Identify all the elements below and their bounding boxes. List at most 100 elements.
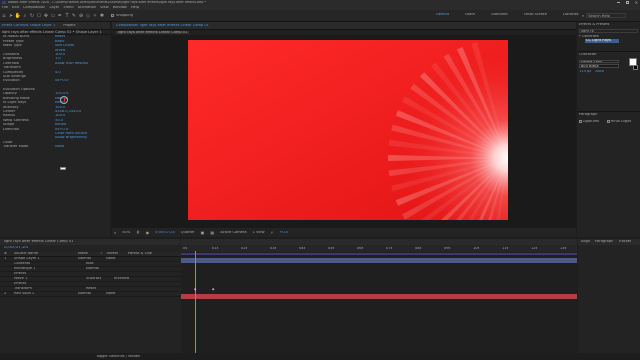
menu-animation[interactable]: Animation xyxy=(78,6,96,10)
effect-property-value[interactable]: Basic xyxy=(55,40,65,44)
exposure-value[interactable]: +0.0 xyxy=(279,231,288,235)
color-swatch[interactable] xyxy=(60,167,66,170)
layer-name[interactable]: Rectangle 1 xyxy=(14,267,86,271)
current-time-indicator[interactable] xyxy=(195,251,196,353)
fast-preview-icon[interactable]: ⚡ xyxy=(271,230,274,235)
snapshot-icon[interactable]: ◉ xyxy=(146,230,150,235)
zoom-tool-icon[interactable]: ⌕ xyxy=(22,13,28,19)
hand-tool-icon[interactable]: ✋ xyxy=(15,13,21,19)
layer-name[interactable]: Red Solid 1 xyxy=(14,292,78,296)
workspace-learn[interactable]: Learn xyxy=(465,13,475,17)
search-help-input[interactable]: Search Help xyxy=(586,13,627,18)
leading-value[interactable]: Auto xyxy=(595,70,603,74)
effects-search-input[interactable]: light ra xyxy=(579,28,638,33)
rotate-tool-icon[interactable]: ↻ xyxy=(29,13,35,19)
effect-property-value[interactable]: 1.0 xyxy=(55,57,61,61)
layer-mode[interactable]: Subtract xyxy=(86,277,114,281)
comp-timecode[interactable]: 0;00;07;24 xyxy=(155,231,175,235)
layer-mode[interactable]: Reset xyxy=(86,287,114,291)
clone-stamp-tool-icon[interactable]: ⊕ xyxy=(78,13,84,19)
snapping-checkbox[interactable] xyxy=(111,14,114,17)
layer-parent[interactable]: Inverted xyxy=(114,277,144,281)
effect-property-value[interactable]: 50.0 xyxy=(55,119,63,123)
menu-composition[interactable]: Composition xyxy=(23,6,45,10)
layer-name[interactable]: Effects xyxy=(14,272,86,276)
layer-bar-shape-layer-1[interactable] xyxy=(181,258,577,263)
font-style-select[interactable]: 800 Black xyxy=(579,64,619,68)
keyframe-icon-2[interactable]: ◆ xyxy=(212,287,214,291)
layer-mode[interactable]: Normal xyxy=(78,292,106,296)
view-layout-select[interactable]: 1 View xyxy=(253,231,265,235)
ligatures-checkbox[interactable] xyxy=(579,120,582,123)
effect-property-value[interactable]: Invert xyxy=(55,49,66,53)
timeline-layer-row[interactable]: 2 Red Solid 1 Normal None xyxy=(0,292,180,297)
roto-brush-tool-icon[interactable]: ✧ xyxy=(92,13,98,19)
layer-mode[interactable]: Normal xyxy=(78,257,106,261)
grid-icon[interactable]: # xyxy=(136,230,139,235)
effect-property-value[interactable]: 100.0 xyxy=(55,106,65,110)
tab-effect-controls[interactable]: Effect Controls Shape Layer 1 xyxy=(2,24,55,28)
menu-help[interactable]: Help xyxy=(131,6,139,10)
snapping-toggle[interactable]: Snapping xyxy=(111,14,133,18)
effect-property-value[interactable]: Reset xyxy=(55,35,65,39)
eraser-tool-icon[interactable]: ◇ xyxy=(85,13,91,19)
effect-property-value[interactable]: 100.0 xyxy=(55,114,65,118)
layer-bar-red-solid-1[interactable] xyxy=(181,294,577,299)
menu-file[interactable]: File xyxy=(2,6,8,10)
effect-property-value[interactable]: Allow HDR Results xyxy=(55,62,88,66)
effect-property-value[interactable]: 100.0 xyxy=(55,53,65,57)
workspace-small-screen[interactable]: Small Screen xyxy=(524,13,547,17)
type-tool-icon[interactable]: T xyxy=(64,13,70,19)
menu-effect[interactable]: Effect xyxy=(63,6,73,10)
brush-tool-icon[interactable]: ✎ xyxy=(71,13,77,19)
selection-tool-icon[interactable]: ➤ xyxy=(8,13,14,19)
layer-name[interactable]: Contents xyxy=(14,262,86,266)
evolution-dial[interactable] xyxy=(60,96,68,104)
layer-name[interactable]: Shape Layer 1 xyxy=(14,257,78,261)
effect-property-value[interactable]: 4358.0,1440.0 xyxy=(55,110,81,114)
time-ruler[interactable]: 0s 01s 02s 03s 04s 05s 06s 07s 08s 09s 10s 11s 12s 13… xyxy=(181,245,577,252)
tab-align[interactable]: Align xyxy=(581,240,590,244)
category-generate[interactable]: * Generate xyxy=(579,35,638,39)
effect-property-value[interactable]: 4.0 xyxy=(55,71,61,75)
menu-view[interactable]: View xyxy=(100,6,109,10)
effect-item-cc-light-rays[interactable]: CC Light Rays xyxy=(585,39,619,43)
effect-property-value[interactable]: 0x+0.0° xyxy=(55,79,70,83)
workspace-default[interactable]: Default xyxy=(436,13,449,17)
tab-project[interactable]: Project xyxy=(63,24,75,28)
effect-property-value[interactable]: 0x+0.0° xyxy=(55,128,70,132)
font-size-value[interactable]: 114 px xyxy=(579,70,591,74)
tab-timeline-comp[interactable]: light rays after effects Linear Comp 01 xyxy=(4,240,73,244)
layer-mode[interactable]: Add: xyxy=(86,262,114,266)
composition-viewer[interactable] xyxy=(188,40,508,220)
search-icon[interactable]: ⌕ xyxy=(582,13,584,18)
layer-mode[interactable]: Normal xyxy=(86,267,114,271)
effect-property-value[interactable]: Allow Brightening xyxy=(55,136,87,140)
workspace-libraries[interactable]: Libraries xyxy=(563,13,579,17)
rectangle-tool-icon[interactable]: ▭ xyxy=(50,13,56,19)
hindi-digits-checkbox[interactable] xyxy=(607,120,610,123)
timeline-timecode[interactable]: 0;00;07;24 xyxy=(4,246,28,250)
home-icon[interactable]: ⌂ xyxy=(1,13,7,19)
magnifier-icon[interactable]: ⌕ xyxy=(114,230,116,235)
layer-name[interactable]: Wave 1 xyxy=(14,277,86,281)
tab-tracker[interactable]: Tracker xyxy=(618,240,631,244)
camera-select[interactable]: Active Camera xyxy=(220,231,246,235)
zoom-level[interactable]: 50% xyxy=(122,231,130,235)
pen-tool-icon[interactable]: ✒ xyxy=(57,13,63,19)
menu-window[interactable]: Window xyxy=(113,6,127,10)
menu-layer[interactable]: Layer xyxy=(49,6,59,10)
resolution-select[interactable]: Quarter xyxy=(181,231,195,235)
work-area-bar[interactable] xyxy=(181,253,577,255)
toggle-switches-modes[interactable]: Toggle Switches / Modes xyxy=(96,355,140,359)
pan-behind-tool-icon[interactable]: ✥ xyxy=(43,13,49,19)
timeline-graph-area[interactable]: 0s 01s 02s 03s 04s 05s 06s 07s 08s 09s 10s 11s 12s 13… xyxy=(181,239,577,353)
minimize-icon[interactable] xyxy=(616,2,620,3)
transparency-grid-icon[interactable]: ▦ xyxy=(210,230,214,235)
maximize-icon[interactable] xyxy=(625,1,629,4)
tab-paragraph[interactable]: Paragraph xyxy=(595,240,613,244)
keyframe-icon[interactable]: ◆ xyxy=(194,287,196,291)
comp-subtab[interactable]: light rays after effects Linear Comp 01 xyxy=(116,30,190,35)
font-family-select[interactable]: Segoe Sans xyxy=(579,59,619,64)
effect-property-row[interactable]: Transfer Mode None xyxy=(0,145,110,149)
